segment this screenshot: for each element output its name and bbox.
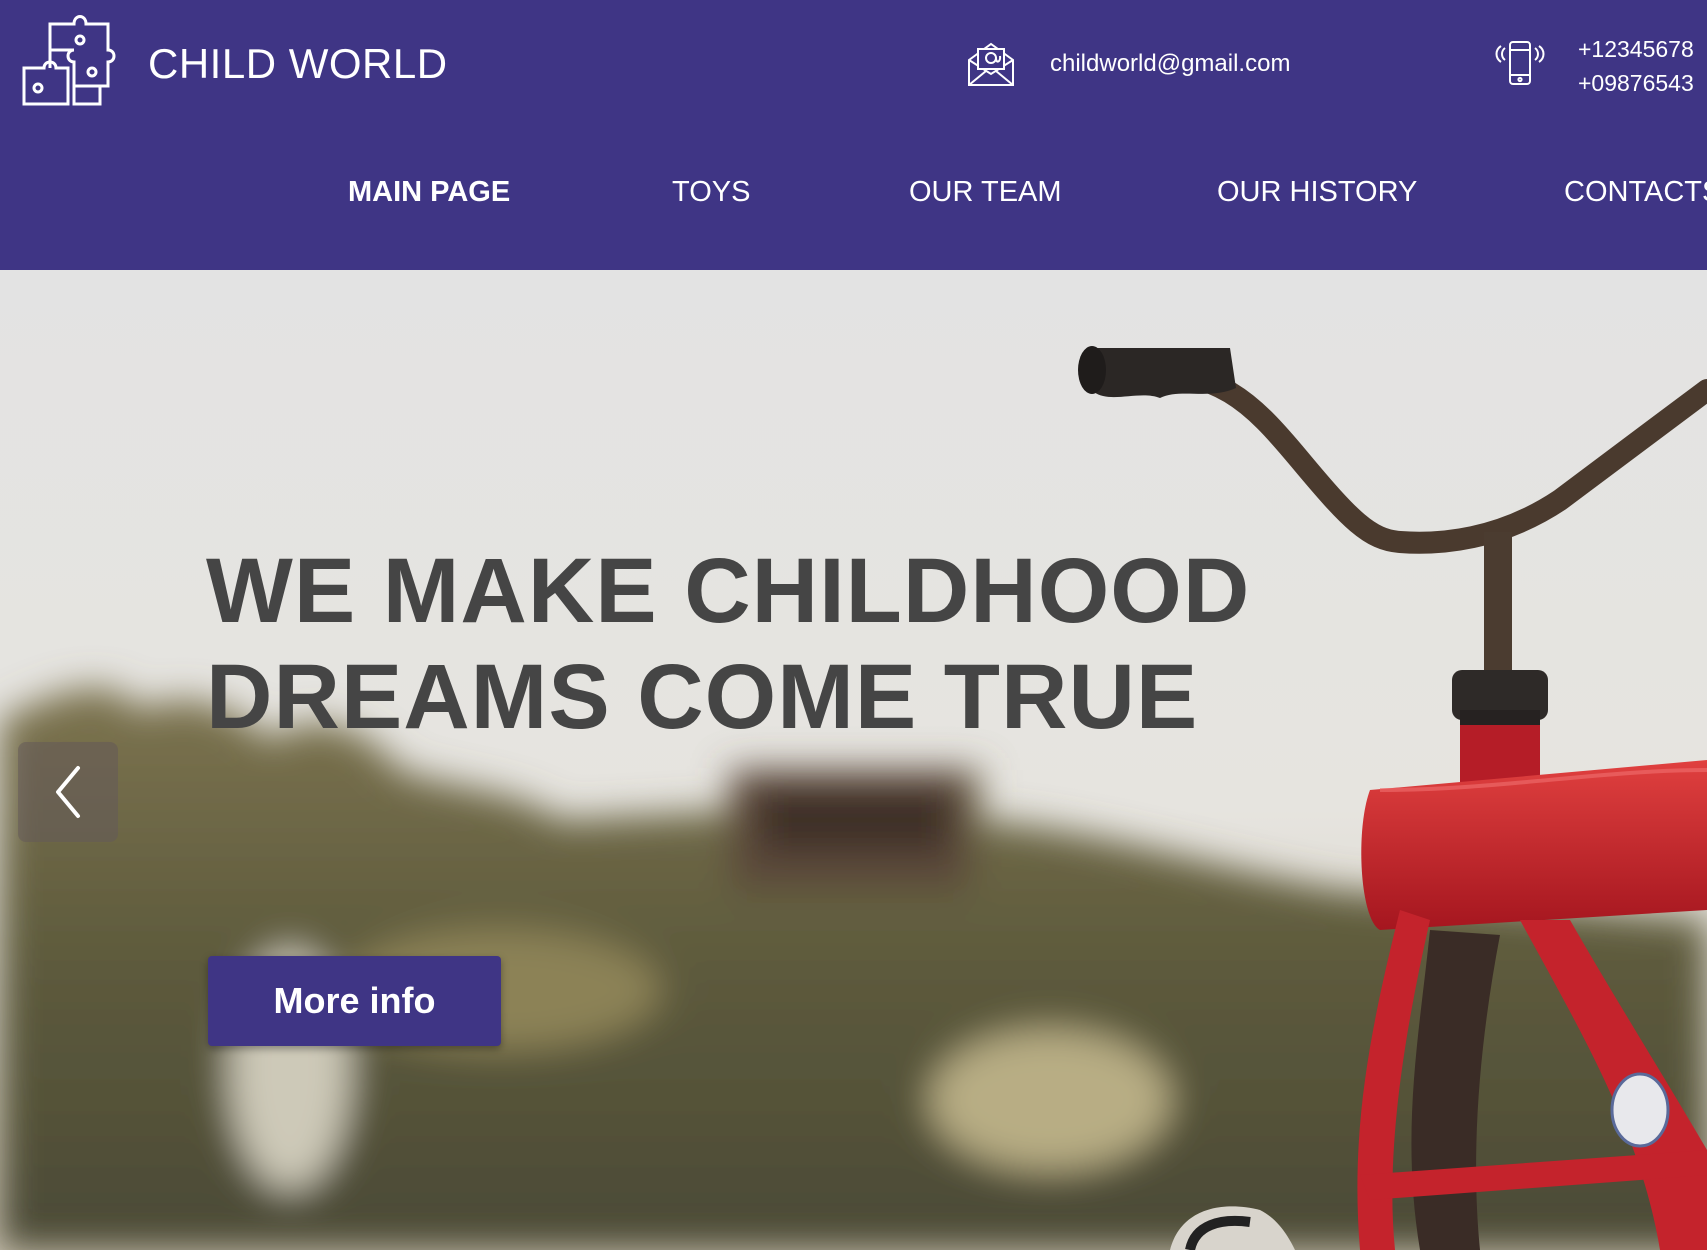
mobile-phone-icon [1495,41,1545,85]
headline-line: WE MAKE CHILDHOOD [206,540,1251,642]
hero-background-image [0,270,1707,1250]
contact-phones: +12345678 +09876543 [1578,32,1694,100]
site-header: CHILD WORLD childworld@gmail.com +123456… [0,0,1707,270]
hero-headline: WE MAKE CHILDHOOD DREAMS COME TRUE [206,538,1250,750]
nav-item-contacts[interactable]: CONTACTS [1564,176,1707,209]
nav-item-our-team[interactable]: OUR TEAM [909,176,1062,209]
phone-number[interactable]: +12345678 [1578,32,1694,66]
mail-icon [968,42,1014,86]
chevron-left-icon [56,766,80,818]
slider-prev-button[interactable] [18,742,118,842]
nav-item-our-history[interactable]: OUR HISTORY [1217,176,1417,209]
contact-email[interactable]: childworld@gmail.com [1050,50,1290,78]
hero-slider: WE MAKE CHILDHOOD DREAMS COME TRUE More … [0,270,1707,1250]
brand-name[interactable]: CHILD WORLD [148,40,448,88]
headline-line: DREAMS COME TRUE [206,646,1199,748]
puzzle-icon[interactable] [16,10,120,110]
phone-number[interactable]: +09876543 [1578,66,1694,100]
nav-item-main-page[interactable]: MAIN PAGE [348,176,510,209]
more-info-button[interactable]: More info [208,956,501,1046]
nav-item-toys[interactable]: TOYS [672,176,750,209]
